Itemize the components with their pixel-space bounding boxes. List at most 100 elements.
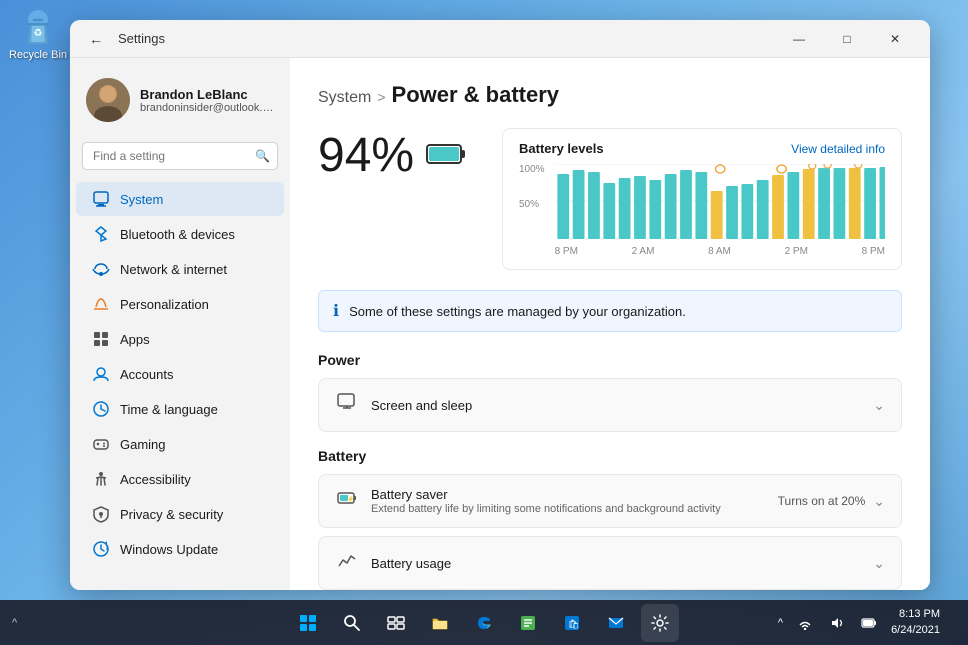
network-icon	[92, 260, 110, 278]
svg-text:🛍: 🛍	[568, 619, 579, 629]
view-detailed-info-link[interactable]: View detailed info	[791, 142, 885, 156]
power-section-title: Power	[318, 352, 902, 368]
screen-sleep-chevron: ⌄	[873, 397, 885, 414]
battery-usage-left: Battery usage	[335, 549, 451, 577]
user-email: brandoninsider@outlook.com	[140, 102, 274, 114]
battery-saver-chevron: ⌄	[873, 493, 885, 510]
apps-icon	[92, 330, 110, 348]
sidebar-item-apps-label: Apps	[120, 332, 150, 347]
taskbar-search-button[interactable]	[333, 604, 371, 642]
sidebar-item-update[interactable]: Windows Update	[76, 532, 284, 566]
system-icon	[92, 190, 110, 208]
accessibility-icon	[92, 470, 110, 488]
personalization-icon	[92, 295, 110, 313]
gaming-icon	[92, 435, 110, 453]
sidebar-item-network-label: Network & internet	[120, 262, 227, 277]
battery-section-title: Battery	[318, 448, 902, 464]
taskbar-time: 8:13 PM 6/24/2021	[891, 607, 940, 638]
screen-sleep-title: Screen and sleep	[371, 398, 472, 413]
taskbar: ^	[0, 600, 968, 645]
sidebar-item-apps[interactable]: Apps	[76, 322, 284, 356]
close-button[interactable]: ✕	[872, 23, 918, 55]
clock-date: 6/24/2021	[891, 623, 940, 638]
sidebar-item-privacy-label: Privacy & security	[120, 507, 223, 522]
battery-usage-row[interactable]: Battery usage ⌄	[318, 536, 902, 590]
minimize-button[interactable]: —	[776, 23, 822, 55]
store-taskbar-btn[interactable]: 🛍	[553, 604, 591, 642]
sidebar-item-time[interactable]: Time & language	[76, 392, 284, 426]
recycle-bin-icon[interactable]: ♻ Recycle Bin	[8, 10, 68, 61]
screen-sleep-row[interactable]: Screen and sleep ⌄	[318, 378, 902, 432]
mail-taskbar-btn[interactable]	[597, 604, 635, 642]
breadcrumb-arrow: >	[377, 89, 385, 105]
chart-x-8pm-start: 8 PM	[555, 246, 578, 257]
search-icon-button[interactable]: 🔍	[255, 149, 270, 163]
network-tray-icon[interactable]	[791, 609, 819, 637]
page-header: System > Power & battery	[318, 82, 902, 108]
chart-x-2am: 2 AM	[632, 246, 655, 257]
top-section: 94% Battery levels	[318, 128, 902, 270]
back-button[interactable]: ←	[82, 25, 110, 53]
files-taskbar-btn[interactable]	[509, 604, 547, 642]
battery-percent: 94%	[318, 128, 414, 183]
svg-text:♻: ♻	[34, 28, 43, 39]
power-section: Power Screen and sleep	[318, 352, 902, 432]
settings-taskbar-btn[interactable]	[641, 604, 679, 642]
task-view-button[interactable]	[377, 604, 415, 642]
sidebar-item-system[interactable]: System	[76, 182, 284, 216]
svg-text:⚡: ⚡	[347, 495, 354, 503]
user-info: Brandon LeBlanc brandoninsider@outlook.c…	[140, 87, 274, 114]
bluetooth-icon	[92, 225, 110, 243]
sidebar-item-gaming[interactable]: Gaming	[76, 427, 284, 461]
sidebar-item-system-label: System	[120, 192, 163, 207]
title-bar: ← Settings — □ ✕	[70, 20, 930, 58]
search-input[interactable]	[82, 142, 278, 170]
show-hidden-icons-btn[interactable]: ^	[774, 604, 787, 642]
taskbar-right: ^	[774, 604, 956, 642]
recycle-bin-label: Recycle Bin	[9, 49, 67, 61]
chart-x-2pm: 2 PM	[785, 246, 808, 257]
battery-saver-left: ⚡ Battery saver Extend battery life by l…	[335, 487, 721, 515]
edge-taskbar-btn[interactable]	[465, 604, 503, 642]
volume-tray-icon[interactable]	[823, 609, 851, 637]
update-icon	[92, 540, 110, 558]
sidebar-item-personalization[interactable]: Personalization	[76, 287, 284, 321]
time-icon	[92, 400, 110, 418]
user-profile: Brandon LeBlanc brandoninsider@outlook.c…	[70, 70, 290, 138]
window-controls: — □ ✕	[776, 23, 918, 55]
battery-saver-icon: ⚡	[335, 487, 359, 515]
screen-sleep-icon	[335, 391, 359, 419]
sidebar-item-time-label: Time & language	[120, 402, 218, 417]
screen-sleep-left: Screen and sleep	[335, 391, 472, 419]
notification-area-btn[interactable]	[948, 604, 956, 642]
sidebar-item-privacy[interactable]: Privacy & security	[76, 497, 284, 531]
battery-usage-right: ⌄	[873, 555, 885, 572]
chart-y-50: 50%	[519, 199, 545, 210]
file-explorer-taskbar-btn[interactable]	[421, 604, 459, 642]
show-hidden-icons[interactable]: ^	[12, 617, 17, 629]
info-banner: ℹ Some of these settings are managed by …	[318, 290, 902, 332]
user-name: Brandon LeBlanc	[140, 87, 274, 102]
battery-tray-icon[interactable]	[855, 609, 883, 637]
sidebar-item-accessibility[interactable]: Accessibility	[76, 462, 284, 496]
accounts-icon	[92, 365, 110, 383]
sidebar-item-accounts[interactable]: Accounts	[76, 357, 284, 391]
settings-window: ← Settings — □ ✕	[70, 20, 930, 590]
battery-usage-title: Battery usage	[371, 556, 451, 571]
battery-saver-title: Battery saver	[371, 487, 721, 502]
sidebar-item-network[interactable]: Network & internet	[76, 252, 284, 286]
sidebar-item-bluetooth-label: Bluetooth & devices	[120, 227, 235, 242]
chart-x-8am: 8 AM	[708, 246, 731, 257]
avatar	[86, 78, 130, 122]
sidebar-item-gaming-label: Gaming	[120, 437, 166, 452]
sidebar-item-bluetooth[interactable]: Bluetooth & devices	[76, 217, 284, 251]
search-box: 🔍	[82, 142, 278, 170]
maximize-button[interactable]: □	[824, 23, 870, 55]
start-button[interactable]	[289, 604, 327, 642]
main-layout: Brandon LeBlanc brandoninsider@outlook.c…	[70, 58, 930, 590]
window-title: Settings	[118, 31, 165, 46]
battery-usage-chevron: ⌄	[873, 555, 885, 572]
battery-saver-row[interactable]: ⚡ Battery saver Extend battery life by l…	[318, 474, 902, 528]
battery-saver-text: Battery saver Extend battery life by lim…	[371, 487, 721, 515]
screen-sleep-text: Screen and sleep	[371, 398, 472, 413]
